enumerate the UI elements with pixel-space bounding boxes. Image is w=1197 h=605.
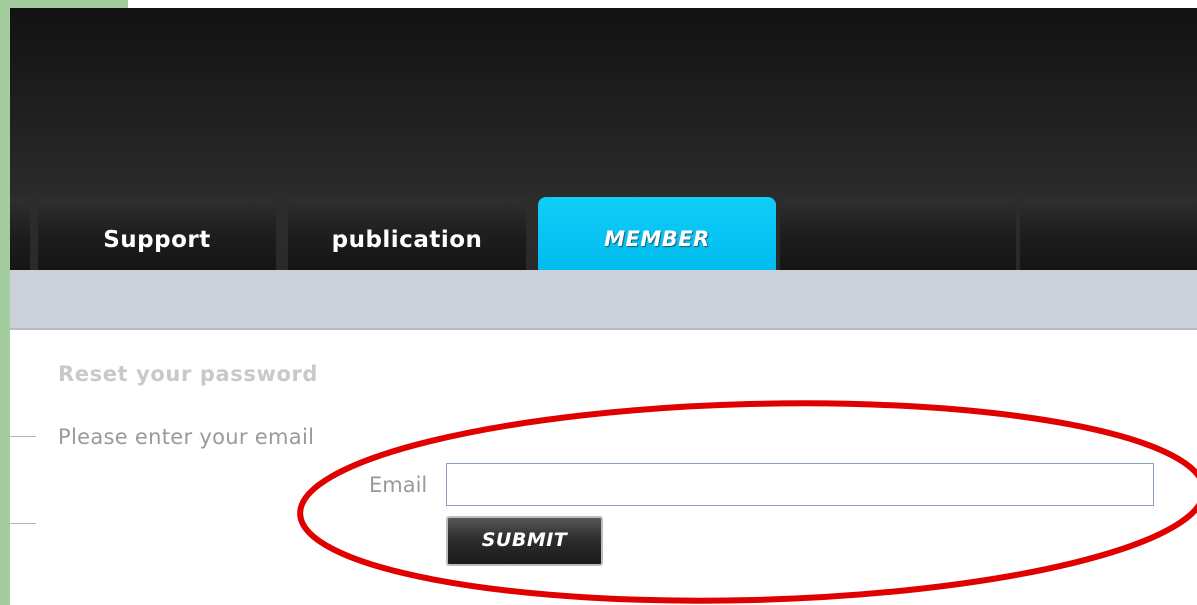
email-input[interactable]: [446, 463, 1154, 506]
tab-member-label: MEMBER: [604, 227, 710, 251]
left-green-strip-top: [10, 0, 128, 8]
reset-password-heading: Reset your password: [58, 362, 319, 386]
side-divider: [10, 436, 36, 437]
tab-support-label: Support: [103, 227, 211, 253]
tab-empty-1[interactable]: [780, 197, 1016, 270]
tab-partial-left[interactable]: [10, 197, 30, 270]
submit-button[interactable]: SUBMIT: [446, 516, 603, 566]
side-divider: [10, 523, 36, 524]
tab-publication[interactable]: publication: [288, 197, 526, 270]
tab-empty-2[interactable]: [1020, 197, 1197, 270]
tab-support[interactable]: Support: [38, 197, 276, 270]
left-green-strip: [0, 0, 10, 605]
page: Support publication MEMBER Reset your pa…: [0, 0, 1197, 605]
sub-navigation-bar: [10, 270, 1197, 330]
email-label: Email: [369, 473, 428, 497]
tab-publication-label: publication: [331, 227, 483, 253]
tab-member[interactable]: MEMBER: [538, 197, 776, 270]
reset-instructions: Please enter your email: [58, 425, 315, 449]
